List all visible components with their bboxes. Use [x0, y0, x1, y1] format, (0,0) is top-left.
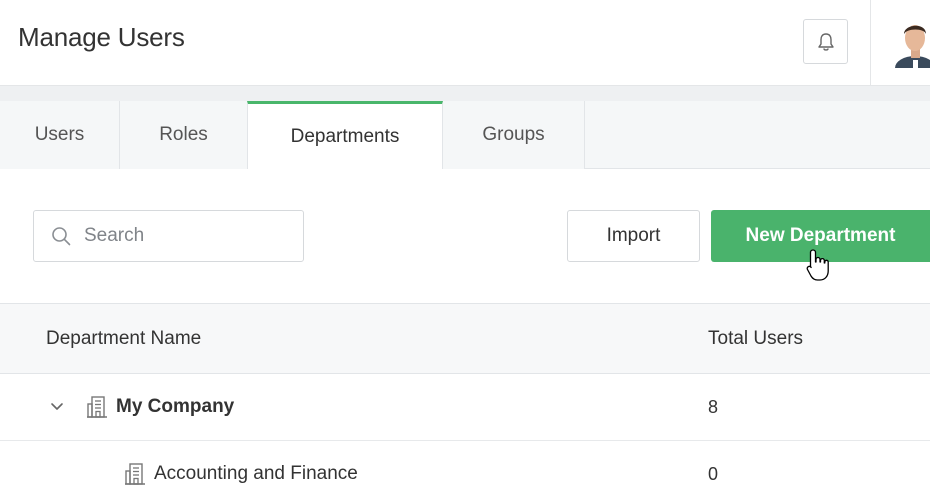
toolbar: Import New Department	[0, 169, 930, 304]
table-row[interactable]: My Company 8	[0, 374, 930, 441]
chevron-down-icon[interactable]	[50, 402, 64, 412]
building-icon	[86, 395, 108, 419]
top-header: Manage Users	[0, 0, 930, 86]
hand-cursor-icon	[806, 249, 829, 281]
department-name: Accounting and Finance	[154, 463, 358, 484]
header-divider	[870, 0, 871, 86]
tab-users-label: Users	[34, 124, 85, 145]
department-name: My Company	[116, 396, 235, 417]
department-name-cell: My Company	[50, 374, 234, 440]
page-title: Manage Users	[18, 22, 185, 52]
building-icon	[124, 462, 146, 486]
notifications-button[interactable]	[803, 19, 848, 64]
avatar-icon	[895, 25, 930, 68]
tab-groups-label: Groups	[482, 124, 545, 145]
import-button[interactable]: Import	[567, 210, 700, 262]
tab-departments-label: Departments	[290, 126, 400, 147]
tab-users[interactable]: Users	[0, 101, 120, 169]
tab-departments[interactable]: Departments	[247, 101, 443, 170]
table-header: Department Name Total Users	[0, 303, 930, 374]
user-avatar[interactable]	[893, 18, 930, 68]
tab-roles-label: Roles	[159, 124, 208, 145]
tab-bar: Users Roles Departments Groups	[0, 101, 930, 170]
search-box[interactable]	[33, 210, 304, 262]
bell-icon	[817, 32, 834, 51]
tab-groups[interactable]: Groups	[443, 101, 585, 169]
header-separator-band	[0, 86, 930, 101]
table-row[interactable]: Accounting and Finance 0	[0, 441, 930, 502]
tab-roles[interactable]: Roles	[120, 101, 248, 169]
search-icon	[52, 227, 71, 246]
total-users-cell: 0	[708, 463, 719, 484]
column-total-users[interactable]: Total Users	[708, 328, 803, 350]
search-input[interactable]	[84, 213, 294, 259]
column-department-name[interactable]: Department Name	[46, 328, 201, 350]
total-users-cell: 8	[708, 396, 719, 417]
department-name-cell: Accounting and Finance	[124, 441, 358, 502]
